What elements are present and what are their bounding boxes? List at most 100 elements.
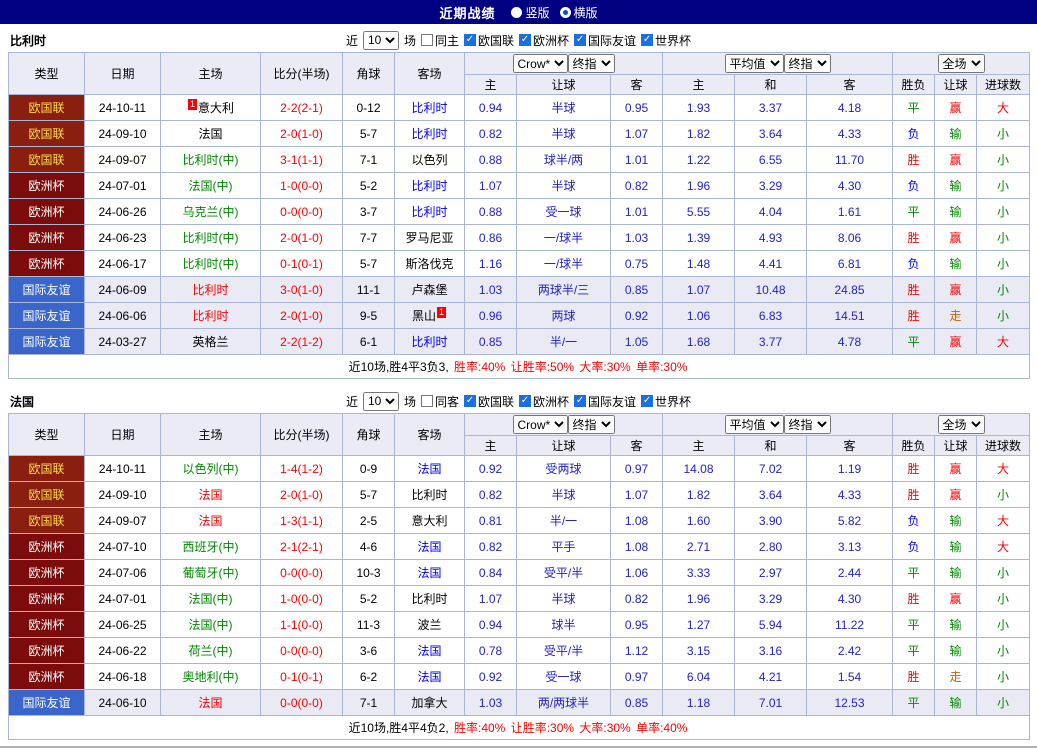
match-row: 欧洲杯24-06-22荷兰(中)0-0(0-0)3-6法国0.78受平/半1.1… <box>9 638 1030 664</box>
date-cell: 24-09-10 <box>85 121 161 147</box>
avg-source-select[interactable]: 平均值 <box>725 54 784 73</box>
result-cell: 胜 <box>893 456 935 482</box>
competition-checkbox-2[interactable]: ✓国际友谊 <box>574 393 636 410</box>
home-team-name: 葡萄牙(中) <box>183 566 239 580</box>
competition-checkbox-1[interactable]: ✓欧洲杯 <box>519 393 569 410</box>
match-row: 欧国联24-09-07法国1-3(1-1)2-5意大利0.81半/一1.081.… <box>9 508 1030 534</box>
avg-draw-cell: 6.83 <box>735 303 807 329</box>
score-cell: 2-0(1-0) <box>261 482 343 508</box>
avg-source-select[interactable]: 终指 <box>784 415 831 434</box>
view-mode-option-1[interactable]: 横版 <box>560 4 598 21</box>
competition-checkbox-0[interactable]: ✓欧国联 <box>464 32 514 49</box>
view-mode-option-0[interactable]: 竖版 <box>511 4 549 21</box>
away-team-cell: 比利时 <box>395 121 465 147</box>
avg-home-cell: 1.48 <box>663 251 735 277</box>
radio-icon <box>560 7 571 18</box>
same-venue-checkbox[interactable]: 同主 <box>421 32 459 49</box>
checkbox-icon: ✓ <box>464 34 476 46</box>
avg-away-cell: 11.70 <box>807 147 893 173</box>
match-row: 欧国联24-10-111意大利2-2(2-1)0-12比利时0.94半球0.95… <box>9 95 1030 121</box>
competition-checkbox-0[interactable]: ✓欧国联 <box>464 393 514 410</box>
match-row: 欧国联24-09-10法国2-0(1-0)5-7比利时0.82半球1.071.8… <box>9 121 1030 147</box>
away-team-cell: 罗马尼亚 <box>395 225 465 251</box>
same-venue-checkbox[interactable]: 同客 <box>421 393 459 410</box>
away-team-cell: 黑山1 <box>395 303 465 329</box>
avg-source-select[interactable]: 平均值 <box>725 415 784 434</box>
odds-away-cell: 1.07 <box>611 121 663 147</box>
home-team-cell: 葡萄牙(中) <box>161 560 261 586</box>
match-row: 欧洲杯24-07-06葡萄牙(中)0-0(0-0)10-3法国0.84受平/半1… <box>9 560 1030 586</box>
match-row: 国际友谊24-03-27英格兰2-2(1-2)6-1比利时0.85半/一1.05… <box>9 329 1030 355</box>
avg-source-select[interactable]: 终指 <box>784 54 831 73</box>
scope-select[interactable]: 全场 <box>938 415 985 434</box>
competition-cell: 欧洲杯 <box>9 534 85 560</box>
odds-home-cell: 0.96 <box>465 303 517 329</box>
goals-result-cell: 大 <box>977 508 1030 534</box>
sections: 比利时近10场同主✓欧国联✓欧洲杯✓国际友谊✓世界杯类型日期主场比分(半场)角球… <box>0 28 1037 740</box>
home-team-name: 比利时(中) <box>183 257 239 271</box>
checkbox-icon: ✓ <box>574 395 586 407</box>
scope-select[interactable]: 全场 <box>938 54 985 73</box>
result-cell: 平 <box>893 95 935 121</box>
competition-checkbox-3[interactable]: ✓世界杯 <box>641 32 691 49</box>
competition-checkbox-1[interactable]: ✓欧洲杯 <box>519 32 569 49</box>
competition-checkbox-2[interactable]: ✓国际友谊 <box>574 32 636 49</box>
recent-count-select[interactable]: 10 <box>363 392 399 411</box>
odds-home-cell: 0.94 <box>465 612 517 638</box>
score-cell: 1-4(1-2) <box>261 456 343 482</box>
corner-cell: 11-3 <box>343 612 395 638</box>
away-team-cell: 比利时 <box>395 173 465 199</box>
goals-result-cell: 小 <box>977 147 1030 173</box>
recent-count-select[interactable]: 10 <box>363 31 399 50</box>
date-cell: 24-06-10 <box>85 690 161 716</box>
result-cell: 平 <box>893 612 935 638</box>
checkbox-icon: ✓ <box>519 395 531 407</box>
avg-away-cell: 5.82 <box>807 508 893 534</box>
goals-result-cell: 大 <box>977 329 1030 355</box>
away-team-cell: 比利时 <box>395 199 465 225</box>
col-subheader: 进球数 <box>977 75 1030 95</box>
competition-cell: 国际友谊 <box>9 690 85 716</box>
corner-cell: 7-1 <box>343 690 395 716</box>
odds-source-select[interactable]: 终指 <box>568 415 615 434</box>
odds-away-cell: 0.82 <box>611 173 663 199</box>
odds-source-select[interactable]: 终指 <box>568 54 615 73</box>
result-cell: 负 <box>893 121 935 147</box>
odds-home-cell: 0.82 <box>465 482 517 508</box>
avg-draw-cell: 4.41 <box>735 251 807 277</box>
away-team-name: 以色列 <box>411 153 447 167</box>
corner-cell: 11-1 <box>343 277 395 303</box>
competition-label: 欧洲杯 <box>533 32 569 49</box>
result-cell: 平 <box>893 560 935 586</box>
home-team-cell: 西班牙(中) <box>161 534 261 560</box>
competition-cell: 欧洲杯 <box>9 225 85 251</box>
odds-home-cell: 0.85 <box>465 329 517 355</box>
competition-checkbox-3[interactable]: ✓世界杯 <box>641 393 691 410</box>
odds-source-select[interactable]: Crow* <box>513 415 568 434</box>
avg-away-cell: 14.51 <box>807 303 893 329</box>
avg-home-cell: 2.71 <box>663 534 735 560</box>
odds-away-cell: 0.75 <box>611 251 663 277</box>
home-team-name: 法国(中) <box>189 618 233 632</box>
date-cell: 24-09-07 <box>85 147 161 173</box>
date-cell: 24-06-17 <box>85 251 161 277</box>
corner-cell: 0-9 <box>343 456 395 482</box>
summary-segment: 大率:30% <box>579 360 634 374</box>
corner-cell: 4-6 <box>343 534 395 560</box>
avg-home-cell: 1.96 <box>663 586 735 612</box>
home-team-cell: 法国(中) <box>161 586 261 612</box>
goals-result-cell: 小 <box>977 612 1030 638</box>
odds-home-cell: 0.81 <box>465 508 517 534</box>
odds-source-select[interactable]: Crow* <box>513 54 568 73</box>
competition-label: 国际友谊 <box>588 393 636 410</box>
avg-away-cell: 24.85 <box>807 277 893 303</box>
away-team-name: 法国 <box>417 644 441 658</box>
avg-home-cell: 1.18 <box>663 690 735 716</box>
match-row: 欧国联24-10-11以色列(中)1-4(1-2)0-9法国0.92受两球0.9… <box>9 456 1030 482</box>
handicap-result-cell: 赢 <box>935 586 977 612</box>
date-cell: 24-06-18 <box>85 664 161 690</box>
avg-draw-cell: 3.77 <box>735 329 807 355</box>
checkbox-icon: ✓ <box>574 34 586 46</box>
handicap-result-cell: 赢 <box>935 329 977 355</box>
home-team-cell: 法国 <box>161 690 261 716</box>
